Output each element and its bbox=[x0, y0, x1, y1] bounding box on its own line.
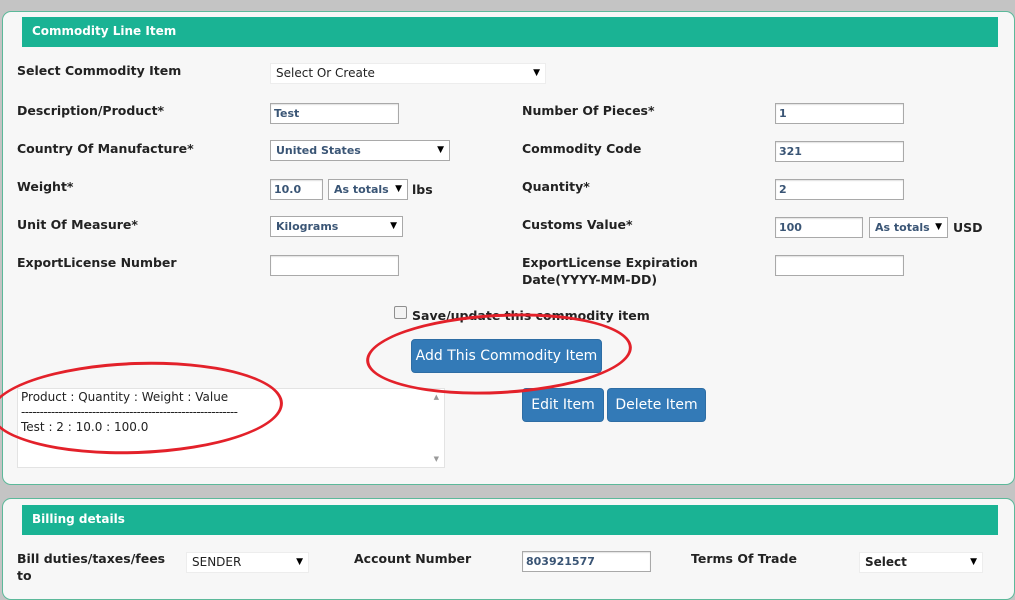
customs-value-label: Customs Value* bbox=[522, 217, 633, 232]
uom-label: Unit Of Measure* bbox=[17, 217, 138, 232]
export-license-label: ExportLicense Number bbox=[17, 255, 177, 270]
chevron-down-icon: ▼ bbox=[533, 68, 540, 78]
customs-mode-value: As totals bbox=[875, 221, 930, 234]
terms-of-trade-value: Select bbox=[865, 555, 907, 569]
billing-header: Billing details bbox=[22, 505, 998, 535]
country-value: United States bbox=[276, 144, 361, 157]
export-expiration-label-line1: ExportLicense Expiration bbox=[522, 255, 698, 270]
weight-mode-dropdown[interactable]: As totals ▼ bbox=[328, 179, 408, 200]
customs-unit: USD bbox=[953, 220, 983, 235]
terms-of-trade-dropdown[interactable]: Select ▼ bbox=[859, 552, 983, 573]
weight-mode-value: As totals bbox=[334, 183, 389, 196]
account-number-label: Account Number bbox=[354, 551, 472, 566]
export-license-input[interactable] bbox=[270, 255, 399, 276]
chevron-down-icon: ▼ bbox=[970, 557, 977, 567]
terms-of-trade-label: Terms Of Trade bbox=[691, 551, 797, 566]
account-number-input[interactable]: 803921577 bbox=[522, 551, 651, 572]
chevron-down-icon: ▼ bbox=[395, 184, 402, 194]
pieces-input[interactable]: 1 bbox=[775, 103, 904, 124]
chevron-down-icon: ▼ bbox=[296, 557, 303, 567]
scroll-down-icon[interactable]: ▼ bbox=[434, 455, 439, 463]
weight-label: Weight* bbox=[17, 179, 74, 194]
chevron-down-icon: ▼ bbox=[390, 221, 397, 231]
bill-to-label-line2: to bbox=[17, 568, 32, 583]
bill-to-value: SENDER bbox=[192, 555, 242, 569]
save-commodity-checkbox[interactable] bbox=[394, 306, 407, 319]
country-dropdown[interactable]: United States ▼ bbox=[270, 140, 450, 161]
customs-mode-dropdown[interactable]: As totals ▼ bbox=[869, 217, 948, 238]
uom-value: Kilograms bbox=[276, 220, 339, 233]
commodity-header: Commodity Line Item bbox=[22, 17, 998, 47]
chevron-down-icon: ▼ bbox=[437, 145, 444, 155]
delete-item-button[interactable]: Delete Item bbox=[607, 388, 706, 422]
uom-dropdown[interactable]: Kilograms ▼ bbox=[270, 216, 403, 237]
description-input[interactable]: Test bbox=[270, 103, 399, 124]
select-commodity-dropdown[interactable]: Select Or Create ▼ bbox=[270, 63, 546, 84]
quantity-input[interactable]: 2 bbox=[775, 179, 904, 200]
weight-input[interactable]: 10.0 bbox=[270, 179, 323, 200]
commodity-code-label: Commodity Code bbox=[522, 141, 642, 156]
weight-unit: lbs bbox=[412, 182, 433, 197]
description-label: Description/Product* bbox=[17, 103, 165, 118]
select-commodity-label: Select Commodity Item bbox=[17, 63, 182, 78]
chevron-down-icon: ▼ bbox=[935, 222, 942, 232]
bill-to-label-line1: Bill duties/taxes/fees bbox=[17, 551, 166, 566]
export-expiration-label-line2: Date(YYYY-MM-DD) bbox=[522, 272, 658, 287]
country-label: Country Of Manufacture* bbox=[17, 141, 194, 156]
quantity-label: Quantity* bbox=[522, 179, 590, 194]
commodity-code-input[interactable]: 321 bbox=[775, 141, 904, 162]
export-expiration-input[interactable] bbox=[775, 255, 904, 276]
select-commodity-value: Select Or Create bbox=[276, 66, 375, 80]
pieces-label: Number Of Pieces* bbox=[522, 103, 655, 118]
edit-item-button[interactable]: Edit Item bbox=[522, 388, 604, 422]
customs-value-input[interactable]: 100 bbox=[775, 217, 863, 238]
scroll-up-icon[interactable]: ▲ bbox=[434, 393, 439, 401]
bill-to-dropdown[interactable]: SENDER ▼ bbox=[186, 552, 309, 573]
